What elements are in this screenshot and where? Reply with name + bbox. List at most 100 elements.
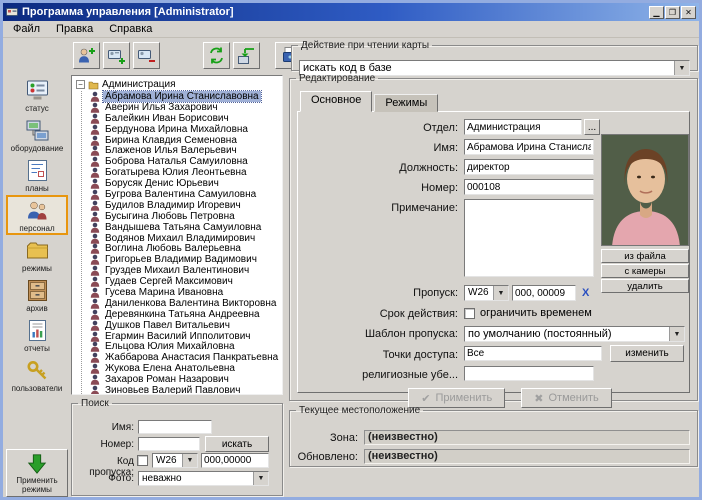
tree-item[interactable]: Егармин Василий Ипполитович — [82, 331, 282, 342]
person-icon — [90, 331, 100, 342]
toolbar-refresh-button[interactable] — [203, 42, 230, 69]
photo-from-file-button[interactable]: из файла — [601, 249, 689, 263]
validity-option-label[interactable]: ограничить временем — [480, 307, 592, 319]
maximize-button[interactable]: ❐ — [665, 6, 680, 19]
users-icon — [25, 358, 50, 383]
tree-item[interactable]: Гудаев Сергей Максимович — [82, 276, 282, 287]
tree-item[interactable]: Боброва Наталья Самуиловна — [82, 156, 282, 167]
person-icon — [90, 276, 100, 287]
name-field[interactable] — [464, 139, 594, 155]
sidebar-item-status[interactable]: статус — [6, 75, 68, 115]
tree-item[interactable]: Борусяк Денис Юрьевич — [82, 178, 282, 189]
toolbar-remove-card-button[interactable] — [133, 42, 160, 69]
access-points-label: Точки доступа: — [302, 347, 458, 363]
pass-code-field[interactable] — [512, 285, 576, 301]
apply-modes-label: Применить режимы — [7, 476, 67, 494]
tree-root[interactable]: − Администрация — [75, 78, 282, 91]
custom-field[interactable] — [464, 366, 594, 381]
tree-item[interactable]: Будилов Владимир Игоревич — [82, 200, 282, 211]
department-browse-button[interactable]: ... — [584, 119, 600, 135]
toolbar-write-to-devices-button[interactable] — [233, 42, 260, 69]
tree-item[interactable]: Блаженов Илья Валерьевич — [82, 145, 282, 156]
search-passcode-checkbox[interactable] — [137, 455, 148, 466]
tree-item[interactable]: Гусева Марина Ивановна — [82, 287, 282, 298]
tree-item[interactable]: Жаббарова Анастасия Панкратьевна — [82, 352, 282, 363]
close-button[interactable]: ✕ — [681, 6, 696, 19]
equipment-icon — [25, 118, 50, 143]
tree-item-label: Зиновьев Валерий Павлович — [103, 385, 242, 395]
search-passcode-type-select[interactable]: W26 ▼ — [152, 453, 198, 468]
sidebar-item-users[interactable]: пользователи — [6, 355, 68, 395]
tree-item[interactable]: Вандышева Татьяна Самуиловна — [82, 222, 282, 233]
tree-item[interactable]: Богатырева Юлия Леонтьевна — [82, 167, 282, 178]
tree-item[interactable]: Деревянкина Татьяна Андреевна — [82, 309, 282, 320]
sidebar-item-plans[interactable]: планы — [6, 155, 68, 195]
tree-item[interactable]: Бугрова Валентина Самуиловна — [82, 189, 282, 200]
validity-checkbox[interactable] — [464, 308, 475, 319]
department-field[interactable] — [464, 119, 582, 135]
position-field[interactable] — [464, 159, 594, 175]
sidebar-item-label: статус — [25, 104, 49, 113]
tree-item[interactable]: Бусыгина Любовь Петровна — [82, 211, 282, 222]
access-points-field[interactable] — [464, 346, 602, 361]
person-icon — [90, 265, 100, 276]
tree-item[interactable]: Абрамова Ирина Станиславовна — [82, 91, 282, 102]
tree-item-label: Бирина Клавдия Семеновна — [103, 135, 239, 146]
search-number-input[interactable] — [138, 437, 200, 451]
tree-item[interactable]: Душков Павел Витальевич — [82, 320, 282, 331]
sidebar-item-equipment[interactable]: оборудование — [6, 115, 68, 155]
tree-item[interactable]: Жукова Елена Анатольевна — [82, 363, 282, 374]
menu-edit[interactable]: Правка — [48, 22, 101, 36]
photo-delete-button[interactable]: удалить — [601, 279, 689, 293]
person-icon — [90, 254, 100, 265]
tree-item-label: Жаббарова Анастасия Панкратьевна — [103, 352, 280, 363]
tree-item[interactable]: Ельцова Юлия Михайловна — [82, 341, 282, 352]
pass-clear-button[interactable]: X — [582, 287, 589, 299]
person-icon — [90, 309, 100, 320]
chevron-down-icon[interactable]: ▼ — [669, 327, 684, 341]
tab-main[interactable]: Основное — [300, 91, 372, 112]
search-button[interactable]: искать — [205, 436, 269, 452]
search-passcode-input[interactable] — [201, 453, 269, 468]
person-icon — [90, 222, 100, 233]
pass-template-select[interactable]: по умолчанию (постоянный) ▼ — [464, 326, 685, 342]
minimize-button[interactable]: ▁ — [649, 6, 664, 19]
apply-modes-button[interactable]: Применить режимы — [6, 449, 68, 497]
chevron-down-icon[interactable]: ▼ — [253, 472, 268, 485]
note-field[interactable] — [464, 199, 594, 277]
photo-from-camera-button[interactable]: с камеры — [601, 264, 689, 278]
menu-file[interactable]: Файл — [5, 22, 48, 36]
sidebar-item-reports[interactable]: отчеты — [6, 315, 68, 355]
tree-item[interactable]: Даниленкова Валентина Викторовна — [82, 298, 282, 309]
tree-item[interactable]: Водянов Михаил Владимирович — [82, 233, 282, 244]
tree-item[interactable]: Григорьев Владимир Вадимович — [82, 254, 282, 265]
tree-item[interactable]: Зиновьев Валерий Павлович — [82, 385, 282, 395]
search-name-input[interactable] — [138, 420, 212, 434]
chevron-down-icon[interactable]: ▼ — [493, 286, 508, 300]
tree-item[interactable]: Аверин Илья Захарович — [82, 102, 282, 113]
person-icon — [90, 243, 100, 254]
toolbar-add-person-button[interactable] — [73, 42, 100, 69]
tab-modes[interactable]: Режимы — [374, 94, 438, 112]
toolbar-add-card-button[interactable] — [103, 42, 130, 69]
search-photo-select[interactable]: неважно ▼ — [138, 471, 269, 486]
photo-buttons: из файлас камерыудалить — [601, 249, 689, 294]
sidebar-item-modes[interactable]: режимы — [6, 235, 68, 275]
menu-help[interactable]: Справка — [101, 22, 160, 36]
tree-item[interactable]: Воглина Любовь Валерьевна — [82, 243, 282, 254]
tree-item[interactable]: Груздев Михаил Валентинович — [82, 265, 282, 276]
tree-item[interactable]: Бердунова Ирина Михайловна — [82, 124, 282, 135]
chevron-down-icon[interactable]: ▼ — [182, 454, 197, 467]
pass-type-value: W26 — [465, 286, 493, 300]
tree-item[interactable]: Захаров Роман Назарович — [82, 374, 282, 385]
pass-type-select[interactable]: W26 ▼ — [464, 285, 509, 301]
tree-collapse-handle[interactable]: − — [76, 80, 85, 89]
tree-item[interactable]: Бирина Клавдия Семеновна — [82, 135, 282, 146]
tree-item[interactable]: Балейкин Иван Борисович — [82, 113, 282, 124]
number-field[interactable] — [464, 179, 594, 195]
tree-item-label: Абрамова Ирина Станиславовна — [103, 91, 261, 102]
sidebar-item-archive[interactable]: архив — [6, 275, 68, 315]
pass-template-value: по умолчанию (постоянный) — [465, 327, 669, 341]
sidebar-item-personnel[interactable]: персонал — [6, 195, 68, 235]
access-change-button[interactable]: изменить — [610, 345, 684, 362]
